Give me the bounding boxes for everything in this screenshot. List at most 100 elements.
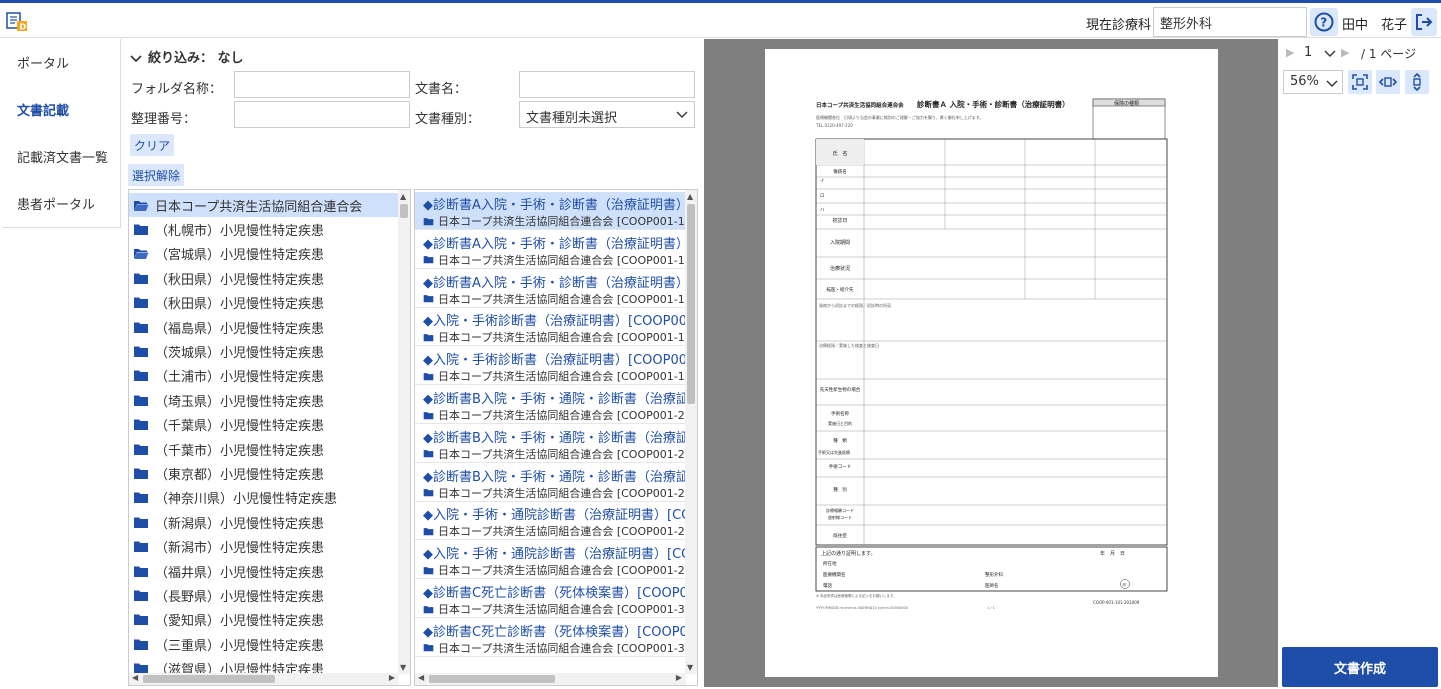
folder-item[interactable]: （土浦市）小児慢性特定疾患 xyxy=(129,364,399,388)
form-cert-doctor: 医師名 xyxy=(985,582,999,589)
scroll-up-arrow-icon[interactable]: ▲ xyxy=(400,192,406,201)
deselect-button[interactable]: 選択解除 xyxy=(128,164,185,186)
folder-item[interactable]: （秋田県）小児慢性特定疾患 xyxy=(129,291,399,315)
document-title: ◆診断書B入院・手術・通院・診断書（治療証明 xyxy=(423,469,686,485)
folder-item[interactable]: （札幌市）小児慢性特定疾患 xyxy=(129,217,399,241)
document-title: ◆入院・手術・通院診断書（治療証明書）[COO xyxy=(423,508,686,524)
scroll-right-arrow-icon[interactable]: ▶ xyxy=(389,673,395,682)
document-list-vertical-scrollbar[interactable]: ▲ ▼ xyxy=(685,190,697,674)
reference-number-input[interactable] xyxy=(234,101,410,128)
form-radiation-code: 放射線コード xyxy=(828,514,852,520)
scroll-left-arrow-icon[interactable]: ◀ xyxy=(418,673,424,682)
nav-item-patient-portal[interactable]: 患者ポータル xyxy=(17,194,95,213)
folder-icon xyxy=(134,346,148,357)
folder-item[interactable]: （福島県）小児慢性特定疾患 xyxy=(129,315,399,339)
form-tel: TEL 0120-497-220 xyxy=(815,123,853,128)
document-list-horizontal-scrollbar[interactable]: ◀ ▶ xyxy=(415,673,686,685)
folder-icon xyxy=(423,489,434,497)
next-page-icon[interactable]: ▶ xyxy=(1341,46,1349,59)
scroll-down-arrow-icon[interactable]: ▼ xyxy=(400,663,406,672)
page-select[interactable]: 1 xyxy=(1298,41,1338,65)
folder-item[interactable]: （福井県）小児慢性特定疾患 xyxy=(129,559,399,583)
fit-page-button[interactable] xyxy=(1348,70,1372,94)
clear-button[interactable]: クリア xyxy=(130,134,175,156)
document-item[interactable]: ◆診断書C死亡診断書（死体検案書）[COOP0 日本コープ共済生活協同組合連合会 … xyxy=(415,580,686,618)
document-item[interactable]: ◆診断書B入院・手術・通院・診断書（治療証明 日本コープ共済生活協同組合連合会 [… xyxy=(415,425,686,463)
folder-item[interactable]: 日本コープ共済生活協同組合連合会 xyxy=(129,193,399,217)
folder-name-input[interactable] xyxy=(234,71,410,98)
document-type-select[interactable]: 文書種別未選択 xyxy=(519,101,695,128)
folder-item[interactable]: （長野県）小児慢性特定疾患 xyxy=(129,583,399,607)
form-section-findings: 治療経過／実施した検査と検査日 xyxy=(819,342,879,348)
folder-item[interactable]: （神奈川県）小児慢性特定疾患 xyxy=(129,486,399,510)
document-item[interactable]: ◆入院・手術診断書（治療証明書）[COOP001 日本コープ共済生活協同組合連合会… xyxy=(415,308,686,347)
document-folder: 日本コープ共済生活協同組合連合会 [COOP001-201-20 xyxy=(423,407,686,423)
scroll-thumb[interactable] xyxy=(687,204,695,404)
document-title: ◆診断書C死亡診断書（死体検案書）[COOP0 xyxy=(423,624,686,640)
folder-item[interactable]: （千葉県）小児慢性特定疾患 xyxy=(129,413,399,437)
document-item[interactable]: ◆診断書A入院・手術・診断書（治療証明書）[日本コープ共済生活協同組合連合会 [… xyxy=(415,270,686,308)
fit-width-button[interactable] xyxy=(1376,70,1400,94)
form-section-symptom: 発病から初診までの経過／初診時の所見 xyxy=(819,302,891,308)
fit-height-button[interactable] xyxy=(1405,70,1429,94)
folder-label: （札幌市）小児慢性特定疾患 xyxy=(155,223,325,239)
form-row-name: 氏 名 xyxy=(832,150,847,157)
app-logo-icon[interactable]: D xyxy=(6,12,28,32)
zoom-value: 56% xyxy=(1290,74,1319,89)
document-item[interactable]: ◆診断書A入院・手術・診断書（治療証明書）[日本コープ共済生活協同組合連合会 [… xyxy=(415,192,686,230)
document-folder: 日本コープ共済生活協同組合連合会 [COOP001-211-20 xyxy=(423,562,686,578)
document-folder: 日本コープ共済生活協同組合連合会 [COOP001-111-20 xyxy=(423,329,686,345)
document-item[interactable]: ◆診断書C死亡診断書（死体検案書）[COOP0 日本コープ共済生活協同組合連合会 … xyxy=(415,619,686,657)
document-folder-label: 日本コープ共済生活協同組合連合会 [COOP001-201-20 xyxy=(438,409,686,422)
form-fee-code: 診療報酬コード xyxy=(826,507,854,513)
document-item[interactable]: ◆入院・手術・通院診断書（治療証明書）[COO 日本コープ共済生活協同組合連合会 … xyxy=(415,541,686,580)
form-row-ha: ハ xyxy=(820,208,825,213)
document-name-input[interactable] xyxy=(519,71,695,98)
create-document-button[interactable]: 文書作成 xyxy=(1282,647,1438,687)
scroll-left-arrow-icon[interactable]: ◀ xyxy=(132,673,138,682)
folder-icon xyxy=(134,541,148,553)
document-item[interactable]: ◆診断書B入院・手術・通院・診断書（治療証明 日本コープ共済生活協同組合連合会 [… xyxy=(415,464,686,502)
folder-tree-horizontal-scrollbar[interactable]: ◀ ▶ xyxy=(129,673,399,685)
scroll-down-arrow-icon[interactable]: ▼ xyxy=(687,663,693,672)
folder-icon xyxy=(423,256,434,264)
folder-item[interactable]: （愛知県）小児慢性特定疾患 xyxy=(129,608,399,632)
form-row-first-visit: 初診日 xyxy=(832,217,847,224)
folder-item[interactable]: （東京都）小児慢性特定疾患 xyxy=(129,461,399,485)
folder-icon xyxy=(423,605,434,613)
help-button[interactable]: ? xyxy=(1310,8,1338,36)
folder-tree: 日本コープ共済生活協同組合連合会 （札幌市）小児慢性特定疾患 （宮城県）小児慢性特定… xyxy=(128,189,411,686)
logout-button[interactable] xyxy=(1411,8,1437,36)
folder-icon xyxy=(423,644,434,652)
nav-item-document-entry[interactable]: 文書記載 xyxy=(17,100,69,119)
previous-page-icon[interactable]: ▶ xyxy=(1286,46,1294,59)
folder-item[interactable]: （千葉市）小児慢性特定疾患 xyxy=(129,437,399,461)
form-row-i: イ xyxy=(820,179,825,184)
scroll-thumb[interactable] xyxy=(400,204,408,218)
folder-item[interactable]: （新潟県）小児慢性特定疾患 xyxy=(129,510,399,534)
folder-item[interactable]: （宮城県）小児慢性特定疾患 xyxy=(129,242,399,266)
nav-item-written-documents[interactable]: 記載済文書一覧 xyxy=(17,147,108,166)
scroll-right-arrow-icon[interactable]: ▶ xyxy=(676,673,682,682)
folder-label: （新潟県）小児慢性特定疾患 xyxy=(155,516,325,532)
scroll-thumb[interactable] xyxy=(429,675,555,683)
scroll-up-arrow-icon[interactable]: ▲ xyxy=(687,192,693,201)
folder-item[interactable]: （埼玉県）小児慢性特定疾患 xyxy=(129,388,399,412)
folder-tree-vertical-scrollbar[interactable]: ▲ ▼ xyxy=(398,190,410,674)
filter-toggle[interactable]: 絞り込み： なし xyxy=(130,47,244,66)
document-item[interactable]: ◆診断書B入院・手術・通院・診断書（治療証明 日本コープ共済生活協同組合連合会 [… xyxy=(415,386,686,424)
document-item[interactable]: ◆入院・手術・通院診断書（治療証明書）[COO 日本コープ共済生活協同組合連合会 … xyxy=(415,502,686,541)
folder-item[interactable]: （三重県）小児慢性特定疾患 xyxy=(129,632,399,656)
document-item[interactable]: ◆入院・手術診断書（治療証明書）[COOP001 日本コープ共済生活協同組合連合会… xyxy=(415,347,686,386)
folder-item[interactable]: （茨城県）小児慢性特定疾患 xyxy=(129,339,399,363)
zoom-select[interactable]: 56% xyxy=(1283,70,1343,94)
document-item[interactable]: ◆診断書A入院・手術・診断書（治療証明書）[日本コープ共済生活協同組合連合会 [… xyxy=(415,231,686,269)
folder-item[interactable]: （新潟市）小児慢性特定疾患 xyxy=(129,535,399,559)
nav-item-portal[interactable]: ポータル xyxy=(17,53,69,72)
form-org: 日本コープ共済生活協同組合連合会 xyxy=(816,101,904,109)
scroll-thumb[interactable] xyxy=(143,675,275,683)
document-title: ◆入院・手術・通院診断書（治療証明書）[COO xyxy=(423,547,686,563)
department-input[interactable] xyxy=(1153,7,1307,37)
folder-item[interactable]: （秋田県）小児慢性特定疾患 xyxy=(129,266,399,290)
document-folder: 日本コープ共済生活協同組合連合会 [COOP001-201-20 xyxy=(423,446,686,462)
